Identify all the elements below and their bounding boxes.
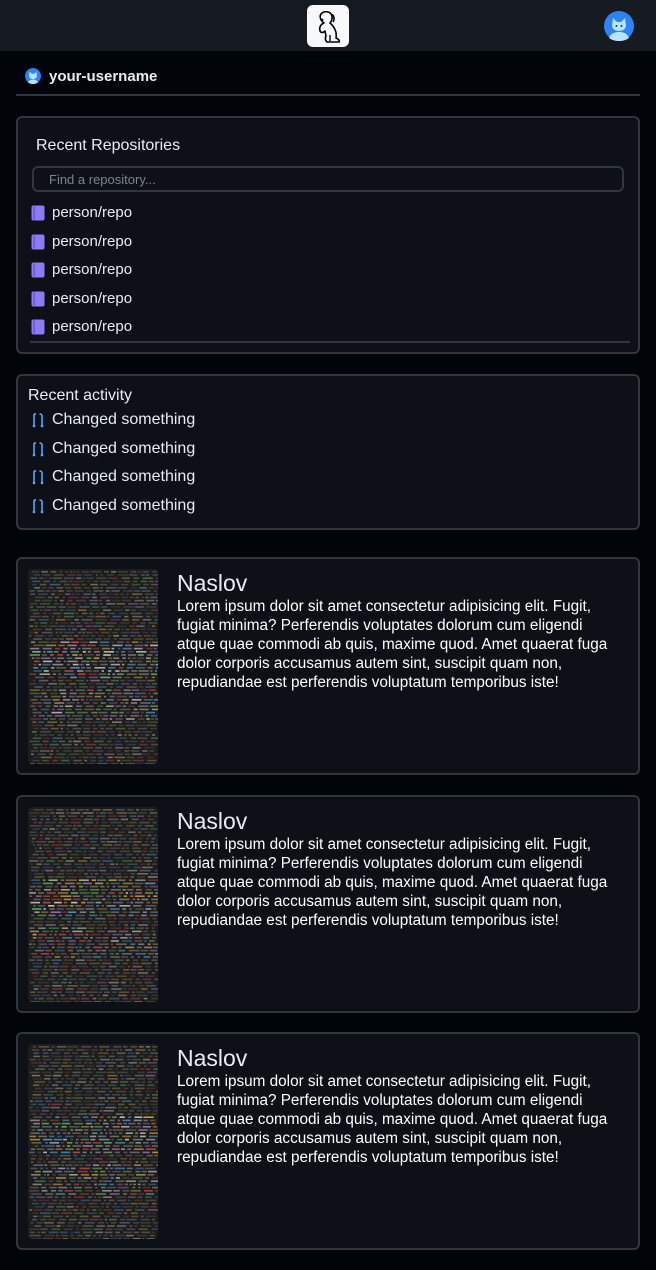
find-repository-input[interactable] — [32, 166, 624, 192]
recent-repositories-title: Recent Repositories — [36, 137, 181, 154]
repo-book-icon — [31, 319, 45, 335]
recent-activity-title: Recent activity — [28, 387, 133, 404]
cat-avatar-icon[interactable] — [604, 11, 634, 41]
activity-text[interactable]: Changed something — [52, 468, 195, 486]
user-avatar-icon — [25, 68, 41, 84]
recent-repositories-panel: Recent Repositories person/repo person/r… — [16, 116, 640, 354]
repository-link[interactable]: person/repo — [52, 318, 132, 335]
pull-request-icon — [31, 469, 45, 485]
repository-item[interactable]: person/repo — [31, 231, 631, 260]
repository-link[interactable]: person/repo — [52, 261, 132, 278]
repo-book-icon — [31, 262, 45, 278]
repository-item[interactable]: person/repo — [31, 259, 631, 288]
code-screenshot-image — [28, 1044, 158, 1239]
card-body-text: Lorem ipsum dolor sit amet consectetur a… — [177, 598, 608, 691]
recent-activity-panel: Recent activity Changed something Change… — [16, 374, 640, 530]
activity-text[interactable]: Changed something — [52, 411, 195, 429]
card-body-text: Lorem ipsum dolor sit amet consectetur a… — [177, 1073, 608, 1166]
code-screenshot-image — [28, 569, 158, 764]
post-card: Naslov Lorem ipsum dolor sit amet consec… — [16, 557, 640, 775]
card-title: Naslov — [177, 1045, 248, 1071]
username[interactable]: your-username — [49, 68, 157, 85]
activity-item[interactable]: Changed something — [31, 409, 611, 438]
post-card: Naslov Lorem ipsum dolor sit amet consec… — [16, 1032, 640, 1250]
repo-book-icon — [31, 205, 45, 221]
user-row[interactable]: your-username — [16, 63, 640, 96]
repository-item[interactable]: person/repo — [31, 202, 631, 231]
activity-item[interactable]: Changed something — [31, 438, 611, 467]
pull-request-icon — [31, 498, 45, 514]
activity-item[interactable]: Changed something — [31, 495, 611, 524]
puppy-logo-icon[interactable] — [307, 5, 349, 47]
card-title: Naslov — [177, 570, 248, 596]
activity-text[interactable]: Changed something — [52, 440, 195, 458]
card-title: Naslov — [177, 808, 248, 834]
pull-request-icon — [31, 441, 45, 457]
repository-link[interactable]: person/repo — [52, 204, 132, 221]
repository-link[interactable]: person/repo — [52, 233, 132, 250]
activity-item[interactable]: Changed something — [31, 466, 611, 495]
post-card: Naslov Lorem ipsum dolor sit amet consec… — [16, 795, 640, 1013]
repository-item[interactable]: person/repo — [31, 288, 631, 317]
repo-book-icon — [31, 291, 45, 307]
divider — [30, 341, 630, 343]
activity-list: Changed something Changed something Chan… — [31, 409, 611, 523]
top-header — [0, 0, 656, 51]
repo-book-icon — [31, 234, 45, 250]
code-screenshot-image — [28, 807, 158, 1002]
repository-list: person/repo person/repo person/repo pers… — [31, 202, 631, 345]
card-body-text: Lorem ipsum dolor sit amet consectetur a… — [177, 836, 608, 929]
repository-link[interactable]: person/repo — [52, 290, 132, 307]
activity-text[interactable]: Changed something — [52, 497, 195, 515]
pull-request-icon — [31, 412, 45, 428]
